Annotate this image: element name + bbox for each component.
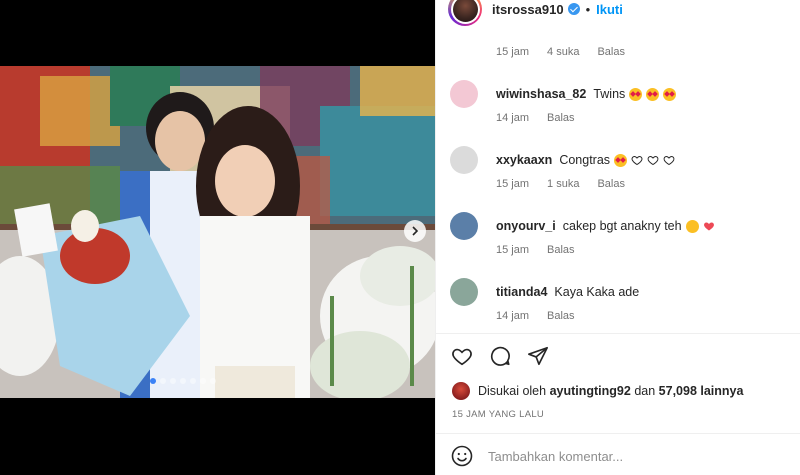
next-image-button[interactable] [404,220,426,242]
star-eyes-emoji [614,153,628,167]
commenter-avatar[interactable] [450,278,478,306]
comment-meta: 15 jam Balas [496,244,575,256]
comment-time: 14 jam [496,310,530,322]
comment-item: titianda4 Kaya Kaka ade [450,278,790,306]
post-timestamp[interactable]: 15 JAM YANG LALU [452,409,544,420]
comment-button[interactable] [488,344,512,368]
comment-item: xxykaaxn Congtras [450,146,790,174]
author-avatar[interactable] [448,0,482,26]
divider [436,333,800,334]
comment-item: onyourv_i cakep bgt anakny teh [450,212,790,240]
carousel-dot [190,378,196,384]
commenter-username[interactable]: wiwinshasa_82 [496,87,586,101]
reply-button[interactable]: Balas [597,178,625,190]
header-separator: • [585,1,591,17]
send-icon [528,346,548,366]
comment-likes[interactable]: 1 suka [547,178,579,190]
liker-username[interactable]: ayutingting92 [550,384,631,398]
post-header: itsrossa910 • Ikuti [436,0,800,32]
post-photo[interactable] [0,66,435,398]
reply-button[interactable]: Balas [547,244,575,256]
commenter-avatar[interactable] [450,212,478,240]
reply-button[interactable]: Balas [597,46,625,58]
comment-item: wiwinshasa_82 Twins [450,80,790,108]
like-button[interactable] [450,344,474,368]
likes-summary: Disukai oleh ayutingting92 dan 57,098 la… [452,382,743,400]
author-username[interactable]: itsrossa910 [492,2,580,17]
comment-body: titianda4 Kaya Kaka ade [496,285,639,299]
commenter-avatar[interactable] [450,80,478,108]
star-eyes-emoji [663,87,677,101]
carousel-dot [170,378,176,384]
comment-likes[interactable]: 4 suka [547,46,579,58]
likes-count[interactable]: 57,098 lainnya [659,384,744,398]
red-heart-emoji [703,220,715,232]
reply-button[interactable]: Balas [547,310,575,322]
commenter-username[interactable]: titianda4 [496,285,547,299]
commenter-avatar[interactable] [450,146,478,174]
white-heart-emoji [631,154,643,166]
verified-badge-icon [567,2,580,15]
comment-time: 14 jam [496,112,530,124]
comment-text: Twins [593,87,626,101]
star-eyes-emoji [646,87,660,101]
commenter-username[interactable]: xxykaaxn [496,153,552,167]
carousel-dot [200,378,206,384]
comment-body: wiwinshasa_82 Twins [496,87,677,101]
star-eyes-emoji [629,87,643,101]
comment-meta: 14 jam Balas [496,310,575,322]
comment-meta: 15 jam 1 suka Balas [496,178,625,190]
follow-button[interactable]: Ikuti [596,2,623,17]
carousel-dot [180,378,186,384]
comment-time: 15 jam [496,46,530,58]
comment-time: 15 jam [496,244,530,256]
reply-button[interactable]: Balas [547,112,575,124]
carousel-dot [150,378,156,384]
emoji-smile-icon[interactable] [450,444,474,468]
comment-meta: 14 jam Balas [496,112,575,124]
sad-face-emoji [685,219,699,233]
comment-input[interactable] [488,448,778,464]
comment-text: cakep bgt anakny teh [562,219,682,233]
comment-text: Kaya Kaka ade [554,285,640,299]
comment-body: onyourv_i cakep bgt anakny teh [496,219,715,233]
likes-text: Disukai oleh ayutingting92 dan 57,098 la… [478,384,744,398]
share-button[interactable] [526,344,550,368]
post-side-panel: itsrossa910 • Ikuti 15 jam 4 suka Balas … [435,0,800,475]
comment-meta: 15 jam 4 suka Balas [496,46,625,58]
post-media [0,0,435,475]
white-heart-emoji [663,154,675,166]
comment-text: Congtras [559,153,611,167]
white-heart-emoji [647,154,659,166]
action-bar [450,344,550,368]
heart-icon [452,348,472,366]
carousel-indicator [150,378,216,384]
comment-time: 15 jam [496,178,530,190]
comment-icon [491,346,510,366]
divider [436,433,800,434]
carousel-dot [210,378,216,384]
add-comment-bar [450,444,790,468]
liker-avatar[interactable] [452,382,470,400]
comment-body: xxykaaxn Congtras [496,153,675,167]
chevron-right-icon [412,226,419,236]
carousel-dot [160,378,166,384]
commenter-username[interactable]: onyourv_i [496,219,556,233]
